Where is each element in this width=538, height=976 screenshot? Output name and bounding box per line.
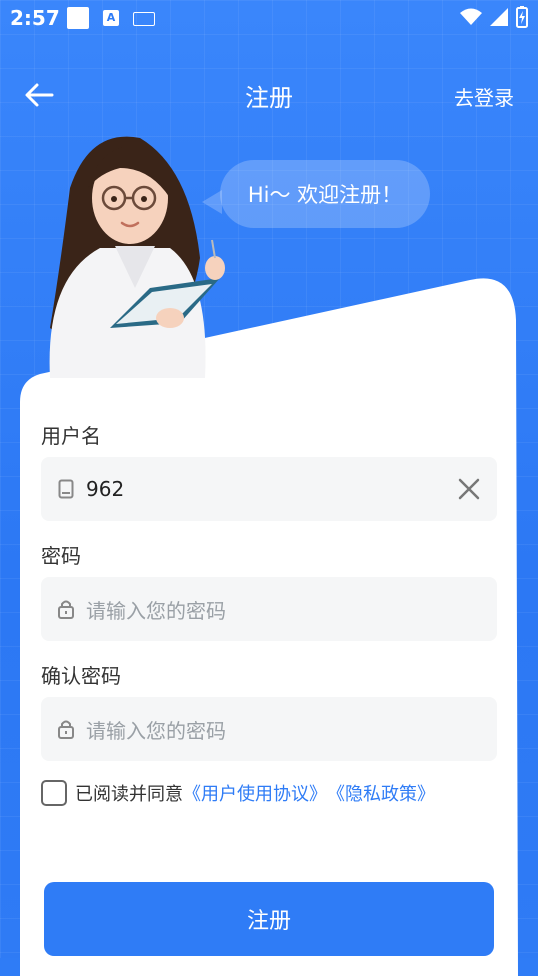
lock-icon: [56, 599, 76, 619]
password-field[interactable]: 请输入您的密码: [41, 577, 497, 641]
welcome-text: Hi～ 欢迎注册！: [247, 183, 403, 207]
girl-illustration: [49, 136, 225, 378]
clear-icon[interactable]: [457, 477, 481, 501]
user-agreement-link[interactable]: 《用户使用协议》: [183, 780, 327, 806]
register-button-label: 注册: [246, 909, 291, 934]
status-time: 2:57: [10, 6, 60, 30]
privacy-policy-link[interactable]: 《隐私政策》: [327, 780, 435, 806]
signal-icon: [490, 8, 508, 26]
system-icons: [460, 6, 528, 28]
a-icon-letter: A: [106, 11, 116, 24]
username-field[interactable]: 962: [41, 457, 497, 521]
welcome-bubble: Hi～ 欢迎注册！: [202, 160, 430, 228]
username-label: 用户名: [41, 424, 101, 448]
agreement-row: 已阅读并同意 《用户使用协议》 《隐私政策》: [41, 780, 435, 806]
lock-icon: [56, 719, 76, 739]
agreement-checkbox[interactable]: [41, 780, 67, 806]
wifi-icon: [460, 8, 482, 25]
go-login-link[interactable]: 去登录: [454, 82, 514, 111]
confirm-password-label: 确认密码: [41, 664, 121, 688]
confirm-password-field[interactable]: 请输入您的密码: [41, 697, 497, 761]
battery-icon: [516, 6, 528, 28]
a-notification-icon: A: [103, 10, 119, 26]
status-bar: 2:57 A: [0, 0, 538, 36]
register-button[interactable]: 注册: [44, 882, 494, 956]
keyboard-icon: [133, 12, 155, 26]
password-label: 密码: [41, 544, 81, 568]
agreement-prefix: 已阅读并同意: [75, 784, 183, 805]
phone-icon: [56, 479, 76, 499]
notification-square-icon: [67, 7, 89, 29]
confirm-password-placeholder[interactable]: 请输入您的密码: [86, 715, 497, 744]
username-value[interactable]: 962: [86, 477, 457, 501]
password-placeholder[interactable]: 请输入您的密码: [86, 595, 497, 624]
